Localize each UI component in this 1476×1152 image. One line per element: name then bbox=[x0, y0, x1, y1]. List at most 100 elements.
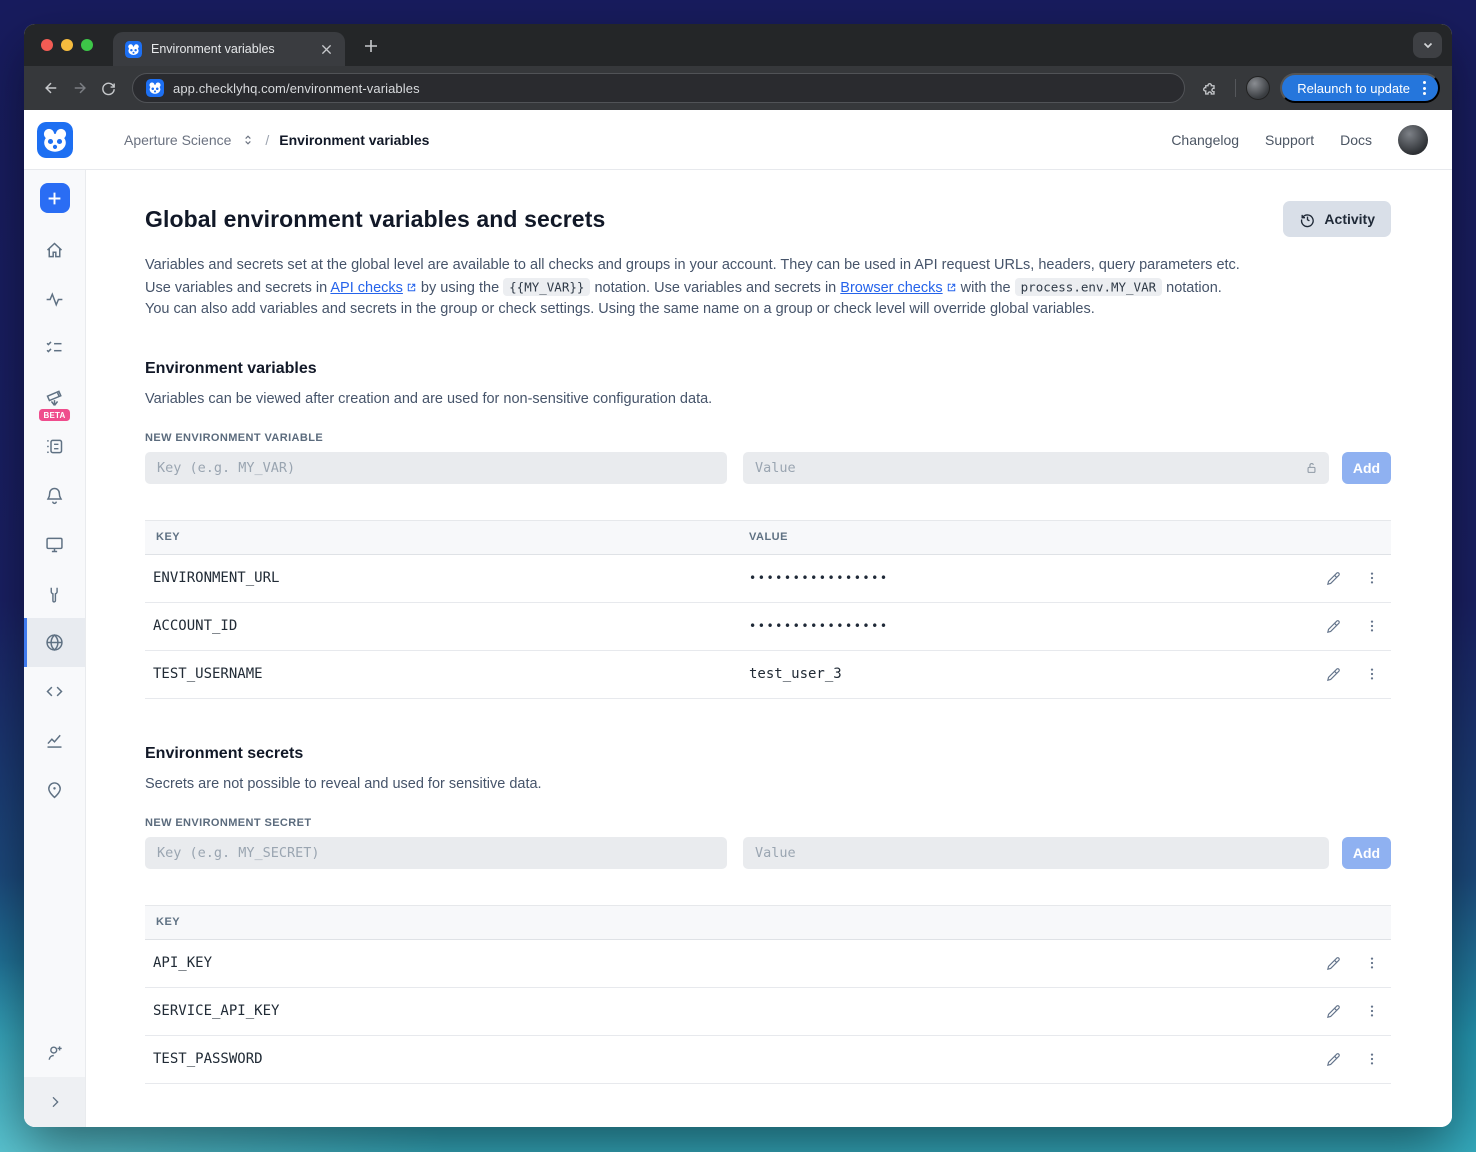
beta-badge: BETA bbox=[38, 409, 71, 421]
browser-checks-link-label: Browser checks bbox=[840, 279, 943, 296]
sidebar-item-checks[interactable] bbox=[24, 324, 85, 373]
edit-pencil-icon[interactable] bbox=[1322, 615, 1344, 637]
close-window-button[interactable] bbox=[41, 39, 53, 51]
address-bar[interactable]: app.checklyhq.com/environment-variables bbox=[132, 73, 1186, 103]
unlock-icon[interactable] bbox=[1304, 460, 1319, 475]
sidebar-item-test-sessions[interactable] bbox=[24, 422, 85, 471]
monitor-icon bbox=[46, 537, 63, 553]
account-selector-chevrons-icon[interactable] bbox=[241, 133, 255, 147]
row-menu-kebab-icon[interactable] bbox=[1361, 1048, 1383, 1070]
table-row: API_KEY bbox=[145, 940, 1391, 988]
secrets-heading: Environment secrets bbox=[145, 744, 304, 762]
variable-value: test_user_3 bbox=[749, 666, 842, 682]
activity-label: Activity bbox=[1324, 211, 1375, 227]
forward-icon[interactable] bbox=[65, 74, 94, 103]
chevron-right-icon bbox=[52, 1096, 59, 1108]
reload-icon[interactable] bbox=[94, 74, 123, 103]
breadcrumb: Aperture Science / Environment variables bbox=[124, 132, 1171, 148]
tab-title: Environment variables bbox=[151, 42, 275, 56]
globe-icon bbox=[46, 634, 63, 651]
browser-menu-kebab-icon[interactable] bbox=[1418, 81, 1431, 95]
new-secret-form: Add bbox=[145, 836, 1391, 869]
sidebar-collapse-toggle[interactable] bbox=[24, 1077, 85, 1127]
user-avatar[interactable] bbox=[1398, 124, 1428, 155]
edit-pencil-icon[interactable] bbox=[1322, 663, 1344, 685]
row-menu-kebab-icon[interactable] bbox=[1361, 1000, 1383, 1022]
toolbar-divider bbox=[1235, 79, 1237, 97]
activity-button[interactable]: Activity bbox=[1283, 201, 1391, 237]
new-tab-button[interactable] bbox=[358, 33, 384, 59]
secret-key: API_KEY bbox=[153, 955, 213, 971]
variable-key: ACCOUNT_ID bbox=[153, 618, 238, 634]
sidebar-item-analytics[interactable] bbox=[24, 716, 85, 765]
sidebar-item-invite-user[interactable] bbox=[24, 1028, 85, 1077]
support-link[interactable]: Support bbox=[1265, 132, 1314, 148]
checkly-logo-icon[interactable] bbox=[37, 121, 73, 158]
tab-close-icon[interactable] bbox=[317, 40, 335, 58]
variables-table-header: KEY VALUE bbox=[145, 519, 1391, 555]
browser-checks-link[interactable]: Browser checks bbox=[840, 280, 942, 296]
app-header: Aperture Science / Environment variables… bbox=[24, 110, 1452, 170]
back-icon[interactable] bbox=[36, 74, 65, 103]
sidebar-item-create[interactable] bbox=[24, 170, 85, 226]
sidebar-item-dashboards[interactable] bbox=[24, 520, 85, 569]
row-menu-kebab-icon[interactable] bbox=[1361, 615, 1383, 637]
bell-icon bbox=[46, 487, 63, 505]
variable-key-input[interactable] bbox=[145, 451, 727, 484]
sidebar-item-private-locations[interactable] bbox=[24, 765, 85, 814]
secret-key: SERVICE_API_KEY bbox=[153, 1003, 280, 1019]
main-content: Global environment variables and secrets… bbox=[86, 170, 1452, 1127]
edit-pencil-icon[interactable] bbox=[1322, 567, 1344, 589]
sidebar-item-maintenance[interactable] bbox=[24, 569, 85, 618]
edit-pencil-icon[interactable] bbox=[1322, 1048, 1344, 1070]
relaunch-to-update-button[interactable]: Relaunch to update bbox=[1280, 73, 1440, 103]
maximize-window-button[interactable] bbox=[81, 39, 93, 51]
row-menu-kebab-icon[interactable] bbox=[1361, 567, 1383, 589]
variable-value-masked: •••••••••••••••• bbox=[749, 571, 889, 585]
myvar-code-chip: {{MY_VAR}} bbox=[503, 278, 591, 296]
extensions-puzzle-icon[interactable] bbox=[1196, 74, 1225, 103]
url-text: app.checklyhq.com/environment-variables bbox=[173, 80, 420, 96]
add-secret-button[interactable]: Add bbox=[1342, 836, 1391, 869]
minimize-window-button[interactable] bbox=[61, 39, 73, 51]
browser-tab[interactable]: Environment variables bbox=[113, 32, 345, 66]
api-checks-link[interactable]: API checks bbox=[330, 280, 403, 296]
browser-profile-avatar[interactable] bbox=[1246, 76, 1271, 100]
breadcrumb-separator: / bbox=[265, 131, 270, 148]
sidebar-item-explore[interactable]: BETA bbox=[24, 373, 85, 422]
changelog-link[interactable]: Changelog bbox=[1171, 132, 1239, 148]
secret-key: TEST_PASSWORD bbox=[153, 1051, 263, 1067]
tab-search-chevron-button[interactable] bbox=[1413, 32, 1442, 58]
browser-toolbar: app.checklyhq.com/environment-variables … bbox=[24, 66, 1452, 110]
desc-text: with the bbox=[956, 279, 1015, 296]
edit-pencil-icon[interactable] bbox=[1322, 1000, 1344, 1022]
account-switcher[interactable]: Aperture Science bbox=[124, 132, 231, 148]
secrets-subtext: Secrets are not possible to reveal and u… bbox=[145, 775, 542, 792]
table-row: TEST_PASSWORD bbox=[145, 1036, 1391, 1084]
sidebar-item-snippets[interactable] bbox=[24, 667, 85, 716]
variable-value-input[interactable] bbox=[743, 451, 1329, 484]
sidebar-item-monitoring[interactable] bbox=[24, 275, 85, 324]
page-description: Variables and secrets set at the global … bbox=[145, 255, 1245, 321]
sidebar-item-home[interactable] bbox=[24, 226, 85, 275]
browser-tab-strip: Environment variables bbox=[24, 24, 1452, 66]
sidebar-item-alerts[interactable] bbox=[24, 471, 85, 520]
variables-table: KEY VALUE ENVIRONMENT_URL ••••••••••••••… bbox=[145, 519, 1391, 699]
docs-link[interactable]: Docs bbox=[1340, 132, 1372, 148]
add-variable-button[interactable]: Add bbox=[1342, 451, 1391, 484]
home-icon bbox=[46, 242, 63, 258]
list-details-icon bbox=[47, 439, 63, 454]
table-row: ACCOUNT_ID •••••••••••••••• bbox=[145, 603, 1391, 651]
create-plus-icon[interactable] bbox=[39, 183, 70, 213]
api-checks-link-label: API checks bbox=[330, 279, 403, 296]
secret-key-input[interactable] bbox=[145, 836, 727, 869]
logo-cell[interactable] bbox=[24, 121, 86, 158]
secret-value-input[interactable] bbox=[743, 836, 1329, 869]
browser-window: Environment variables app.checklyhq.com/… bbox=[24, 24, 1452, 1127]
edit-pencil-icon[interactable] bbox=[1322, 952, 1344, 974]
sidebar-item-environment-variables[interactable] bbox=[24, 618, 85, 667]
row-menu-kebab-icon[interactable] bbox=[1361, 663, 1383, 685]
checkly-favicon-icon bbox=[146, 79, 164, 97]
row-menu-kebab-icon[interactable] bbox=[1361, 952, 1383, 974]
